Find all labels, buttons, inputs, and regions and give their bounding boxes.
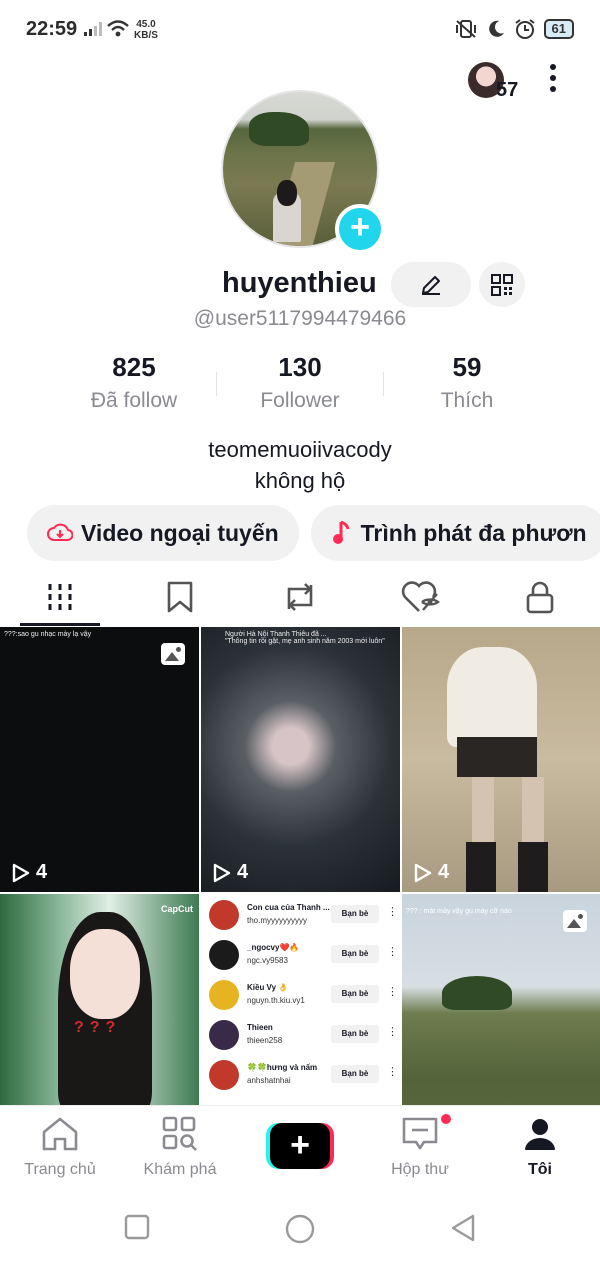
cloud-download-icon [47, 523, 73, 541]
wifi-icon [107, 20, 129, 37]
lock-icon [526, 581, 554, 614]
avatar-count-badge: 57 [496, 79, 519, 101]
grid-bars-icon [48, 584, 72, 610]
profile-chips: Video ngoại tuyến Trình phát đa phươn [27, 505, 600, 561]
liked-heart-icon [401, 581, 440, 612]
more-vertical-icon: ⋮ [387, 946, 398, 958]
video-thumbnail[interactable]: 4 [402, 627, 600, 892]
tab-videos[interactable] [0, 568, 120, 626]
video-thumbnail[interactable]: ??? CapCut [0, 894, 199, 1105]
music-note-icon [332, 520, 350, 544]
tab-liked[interactable] [360, 568, 480, 626]
bottom-nav: Trang chủ Khám phá + Hộp thư Tôi [0, 1105, 600, 1197]
play-icon [213, 863, 231, 882]
video-thumbnail[interactable]: Con cua của Thanh ... tho.myyyyyyyyyy Bạ… [201, 894, 400, 1105]
stat-following[interactable]: 825 Đã follow [54, 352, 214, 413]
play-icon [414, 863, 432, 882]
stat-likes[interactable]: 59 Thích [387, 352, 547, 413]
avatar [209, 940, 239, 970]
avatar [209, 900, 239, 930]
more-vertical-icon[interactable] [548, 64, 558, 98]
status-right-icons: 61 [454, 18, 574, 40]
avatar [209, 980, 239, 1010]
add-avatar-plus-icon[interactable]: + [335, 204, 385, 254]
list-item: Thieen thieen258 Bạn bè ⋮ [209, 1020, 398, 1056]
photo-post-icon [161, 643, 185, 665]
more-vertical-icon: ⋮ [387, 906, 398, 918]
more-vertical-icon: ⋮ [387, 986, 398, 998]
stat-followers[interactable]: 130 Follower [220, 352, 380, 413]
avatar [209, 1060, 239, 1090]
more-vertical-icon: ⋮ [387, 1026, 398, 1038]
media-player-chip[interactable]: Trình phát đa phươn [310, 505, 600, 561]
tab-private[interactable] [480, 568, 600, 626]
more-vertical-icon: ⋮ [387, 1066, 398, 1078]
discover-icon [162, 1116, 197, 1151]
profile-icon [525, 1119, 555, 1150]
back-icon[interactable] [449, 1213, 477, 1243]
capcut-label: CapCut [161, 904, 193, 914]
offline-video-chip[interactable]: Video ngoại tuyến [27, 505, 299, 561]
network-speed: 45.0 KB/S [134, 19, 158, 41]
active-tab-indicator [20, 623, 100, 626]
list-item: _ngocvy❤️🔥 ngc.vy9583 Bạn bè ⋮ [209, 940, 398, 976]
content-tabs [0, 568, 600, 626]
list-item: Kiều Vy 👌 nguyn.th.kiu.vy1 Bạn bè ⋮ [209, 980, 398, 1016]
qr-code-icon [491, 273, 513, 296]
create-plus-button[interactable]: + [266, 1123, 334, 1169]
edit-profile-button[interactable] [391, 262, 471, 307]
bookmark-icon [167, 581, 193, 613]
nav-inbox[interactable]: Hộp thư [360, 1116, 480, 1179]
alarm-icon [514, 19, 535, 39]
status-time: 22:59 [26, 18, 78, 40]
home-circle-icon[interactable] [284, 1213, 316, 1245]
system-nav-bar [0, 1197, 600, 1267]
tab-reposts[interactable] [240, 568, 360, 626]
home-icon [42, 1117, 78, 1151]
view-count: 4 [414, 861, 449, 884]
profile-stats: 825 Đã follow 130 Follower 59 Thích [0, 352, 600, 422]
moon-icon [488, 20, 504, 37]
signal-icon [84, 22, 102, 36]
tab-favorites[interactable] [120, 568, 240, 626]
video-thumbnail[interactable]: ??? : mát mày vậy gu mày cỡ nào [402, 894, 600, 1105]
video-thumbnail[interactable]: ???:sao gu nhạc mày lạ vậy 4 [0, 627, 199, 892]
pencil-icon [422, 275, 440, 295]
inbox-icon [402, 1117, 438, 1150]
vibrate-icon [455, 20, 476, 38]
view-count: 4 [12, 861, 47, 884]
qr-code-button[interactable] [479, 262, 525, 307]
username: huyenthieu [222, 267, 377, 299]
nav-discover[interactable]: Khám phá [120, 1116, 240, 1179]
nav-profile[interactable]: Tôi [480, 1116, 600, 1179]
nav-home[interactable]: Trang chủ [0, 1116, 120, 1179]
battery-indicator: 61 [543, 19, 574, 39]
repost-icon [287, 583, 313, 611]
list-item: 🍀🍀hưng và nấm anhshatnhai Bạn bè ⋮ [209, 1060, 398, 1096]
recents-icon[interactable] [123, 1213, 151, 1241]
photo-post-icon [563, 910, 587, 932]
play-icon [12, 863, 30, 882]
list-item: Con cua của Thanh ... tho.myyyyyyyyyy Bạ… [209, 900, 398, 936]
user-handle: @user5117994479466 [193, 307, 407, 330]
profile-bio: teomemuoiivacody không hộ [208, 437, 392, 493]
status-bar: 22:59 45.0 KB/S 61 [0, 0, 600, 60]
video-thumbnail[interactable]: Người Hà Nội Thanh Thiêu đã ... "Thông t… [201, 627, 400, 892]
view-count: 4 [213, 861, 248, 884]
create-plus-icon: + [270, 1123, 330, 1169]
video-grid: ???:sao gu nhạc mày lạ vậy 4 Người Hà Nộ… [0, 627, 600, 1105]
avatar [209, 1020, 239, 1050]
notification-dot [439, 1112, 453, 1126]
